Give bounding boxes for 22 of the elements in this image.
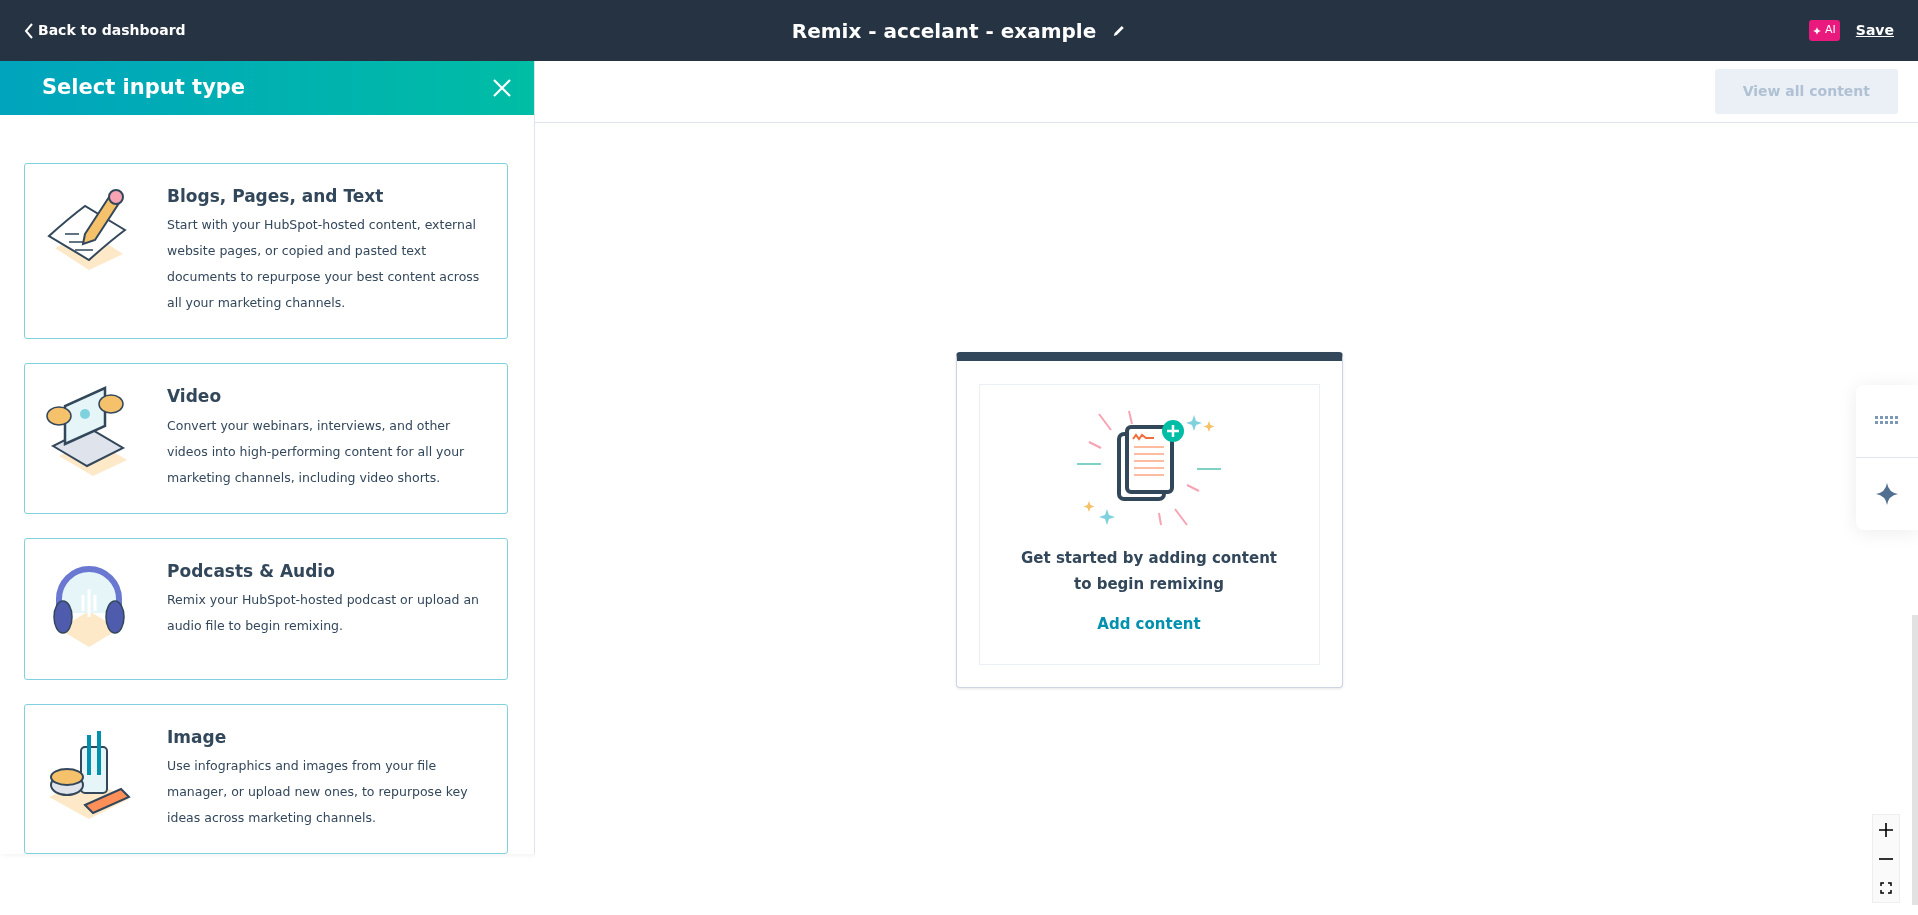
document-title: Remix - accelant - example [791,17,1097,45]
option-title: Blogs, Pages, and Text [167,185,385,207]
input-type-option[interactable]: Image Use infographics and images from your file manager, or upload new ones, to repurpose key ideas across marketing channels. [24,703,508,854]
option-description: Convert your webinars, interviews, and other videos into high-performing content for all your marketing channels, including video shorts. [167,416,466,487]
input-type-option[interactable]: Video Convert your webinars, interviews, and other videos into high-performing content for all your marketing channels, including video shorts. [24,363,508,514]
sparkle-icon [1813,26,1822,35]
input-type-option[interactable]: Blogs, Pages, and Text Start with your HubSpot-hosted content, external website pages, or copied and pasted text documents to repurpose your best content across all your marketing channels. [24,162,508,340]
scrollbar[interactable] [1912,615,1918,905]
save-link[interactable]: Save [1855,20,1894,41]
option-description: Remix your HubSpot-hosted podcast or upload an audio file to begin remixing. [167,591,480,635]
option-title: Podcasts & Audio [167,560,336,581]
option-title: Image [167,726,228,747]
chevron-left-icon [24,22,34,39]
option-description: Start with your HubSpot-hosted content, external website pages, or copied and pasted text documents to repurpose your best content across all your marketing channels. [167,216,481,313]
option-title: Video [167,386,223,407]
input-type-option[interactable]: Podcasts & Audio Remix your HubSpot-hosted podcast or upload an audio file to begin remixing. [24,537,508,680]
back-link[interactable]: Back to dashboard [24,20,186,41]
ai-badge[interactable]: AI [1809,20,1840,41]
empty-state-message: Get started by adding content to begin remixing [1020,548,1278,595]
option-description: Use infographics and images from your file manager, or upload new ones, to repurpose key ideas across marketing channels. [167,757,469,827]
add-content-link[interactable]: Add content [1097,613,1201,636]
panel-title: Select input type [42,75,246,101]
